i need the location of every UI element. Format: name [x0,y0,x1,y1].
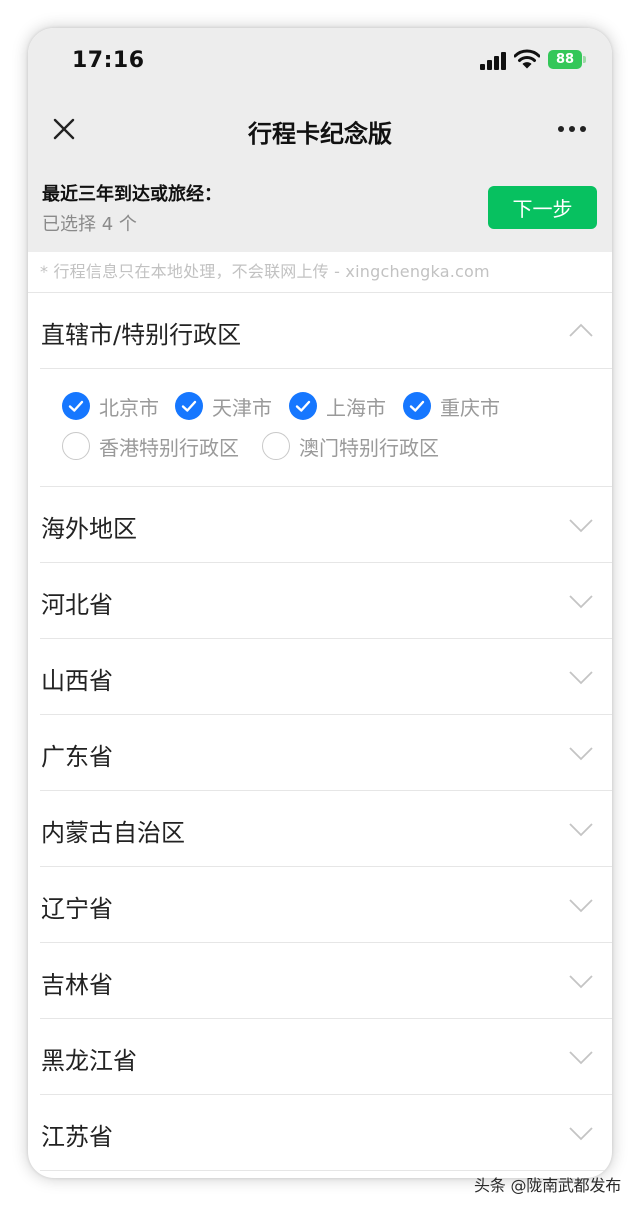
privacy-notice: * 行程信息只在本地处理，不会联网上传 - xingchengka.com [40,262,490,281]
region-title: 广东省 [41,743,113,771]
region-row-jilin[interactable]: 吉林省 [28,943,612,1018]
chevron-down-icon [569,519,593,533]
selection-count: 已选择 4 个 [42,214,137,235]
option-shanghai[interactable]: 上海市 [289,392,386,420]
region-row-liaoning[interactable]: 辽宁省 [28,867,612,942]
chevron-down-icon [569,899,593,913]
region-title: 江苏省 [41,1123,113,1151]
option-label: 重庆市 [440,395,500,420]
region-row-guangdong[interactable]: 广东省 [28,715,612,790]
more-options-icon[interactable] [552,116,592,142]
region-row-hebei[interactable]: 河北省 [28,563,612,638]
region-header-municipalities[interactable]: 直辖市/特别行政区 [28,293,612,368]
region-title: 河北省 [41,591,113,619]
region-title: 黑龙江省 [41,1047,137,1075]
wifi-icon [514,49,540,69]
option-label: 澳门特别行政区 [299,435,439,460]
chevron-down-icon [569,671,593,685]
source-watermark: 头条 @陇南武都发布 [474,1176,622,1195]
option-hongkong[interactable]: 香港特别行政区 [62,432,239,460]
region-title: 山西省 [41,667,113,695]
option-label: 北京市 [99,395,159,420]
unchecked-circle-icon [62,432,90,460]
region-title: 辽宁省 [41,895,113,923]
unchecked-circle-icon [262,432,290,460]
status-time: 17:16 [72,48,145,73]
chevron-down-icon [569,975,593,989]
phone-screen: 17:16 88 行程卡纪念版 最近三年到达或旅经： 已选择 4 个 下一步 *… [28,28,612,1178]
chevron-down-icon [569,747,593,761]
region-row-inner-mongolia[interactable]: 内蒙古自治区 [28,791,612,866]
region-title: 海外地区 [41,515,137,543]
chevron-down-icon [569,823,593,837]
chevron-down-icon [569,1127,593,1141]
selection-title: 最近三年到达或旅经： [42,184,222,205]
option-tianjin[interactable]: 天津市 [175,392,272,420]
option-label: 天津市 [212,395,272,420]
option-beijing[interactable]: 北京市 [62,392,159,420]
battery-level: 88 [548,50,582,69]
selection-summary: 最近三年到达或旅经： 已选择 4 个 下一步 [28,164,612,252]
region-row-shanxi[interactable]: 山西省 [28,639,612,714]
cellular-signal-icon [480,50,508,70]
nav-bar: 行程卡纪念版 [28,94,612,164]
checked-circle-icon [62,392,90,420]
region-title: 吉林省 [41,971,113,999]
region-row-heilongjiang[interactable]: 黑龙江省 [28,1019,612,1094]
region-title: 内蒙古自治区 [41,819,185,847]
region-options: 北京市 天津市 上海市 重庆市 香港特别行政区 澳门特别行政区 [28,368,612,486]
chevron-down-icon [569,595,593,609]
checked-circle-icon [175,392,203,420]
chevron-down-icon [569,1051,593,1065]
battery-icon: 88 [548,50,586,69]
option-chongqing[interactable]: 重庆市 [403,392,500,420]
battery-tip [583,56,586,63]
option-label: 上海市 [326,395,386,420]
checked-circle-icon [403,392,431,420]
region-row-jiangsu[interactable]: 江苏省 [28,1095,612,1170]
option-macau[interactable]: 澳门特别行政区 [262,432,439,460]
next-step-button[interactable]: 下一步 [488,186,597,229]
region-title: 直辖市/特别行政区 [41,321,242,349]
option-label: 香港特别行政区 [99,435,239,460]
region-row-overseas[interactable]: 海外地区 [28,487,612,562]
chevron-up-icon [569,323,593,337]
page-title: 行程卡纪念版 [248,120,392,148]
status-bar: 17:16 88 [28,28,612,94]
divider [40,1170,612,1171]
checked-circle-icon [289,392,317,420]
